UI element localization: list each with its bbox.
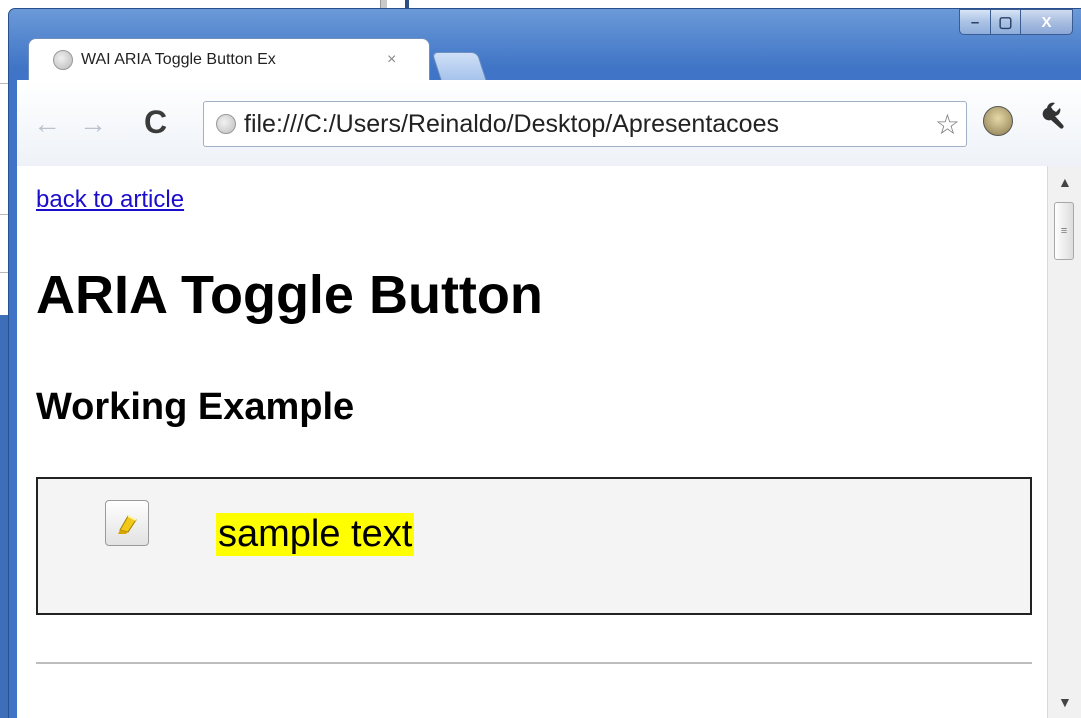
scroll-grip-icon: ≡ bbox=[1060, 225, 1068, 237]
wrench-icon[interactable] bbox=[1041, 100, 1071, 138]
new-tab-button[interactable] bbox=[431, 52, 487, 80]
globe-icon bbox=[53, 49, 73, 70]
forward-arrow-icon[interactable]: → bbox=[79, 108, 107, 140]
tab-title: WAI ARIA Toggle Button Ex bbox=[81, 50, 276, 68]
tab-close-icon[interactable]: × bbox=[387, 51, 396, 69]
browser-toolbar: ← → C file:///C:/Users/Reinaldo/Desktop/… bbox=[17, 80, 1081, 167]
close-button[interactable]: X bbox=[1021, 9, 1073, 35]
url-text[interactable]: file:///C:/Users/Reinaldo/Desktop/Aprese… bbox=[244, 110, 934, 139]
minimize-button[interactable]: – bbox=[959, 9, 991, 35]
page-title: ARIA Toggle Button bbox=[36, 265, 543, 325]
maximize-button[interactable]: ▢ bbox=[991, 9, 1021, 35]
wrench-icon-svg bbox=[1042, 102, 1064, 129]
scroll-down-arrow-icon[interactable]: ▼ bbox=[1058, 694, 1072, 710]
toggle-button[interactable] bbox=[105, 500, 149, 546]
sample-text: sample text bbox=[216, 513, 415, 556]
horizontal-rule bbox=[36, 662, 1032, 664]
face-extension-icon[interactable] bbox=[983, 106, 1013, 136]
vertical-scrollbar[interactable]: ▲ ≡ ▼ bbox=[1047, 166, 1081, 718]
browser-tab-active[interactable]: WAI ARIA Toggle Button Ex × bbox=[28, 38, 430, 80]
globe-icon bbox=[216, 114, 236, 134]
scroll-thumb[interactable]: ≡ bbox=[1054, 202, 1074, 260]
highlighter-icon bbox=[118, 515, 137, 534]
section-heading: Working Example bbox=[36, 386, 355, 428]
back-to-article-link[interactable]: back to article bbox=[36, 186, 184, 214]
reload-icon[interactable]: C bbox=[144, 104, 167, 141]
bookmark-star-icon[interactable]: ☆ bbox=[935, 108, 960, 141]
scroll-up-arrow-icon[interactable]: ▲ bbox=[1058, 174, 1072, 190]
working-example-box: sample text bbox=[36, 477, 1032, 615]
window-controls: – ▢ X bbox=[959, 9, 1073, 35]
page-content: back to article ARIA Toggle Button Worki… bbox=[17, 166, 1047, 718]
back-arrow-icon[interactable]: ← bbox=[33, 108, 61, 140]
address-bar[interactable]: file:///C:/Users/Reinaldo/Desktop/Aprese… bbox=[203, 101, 967, 147]
